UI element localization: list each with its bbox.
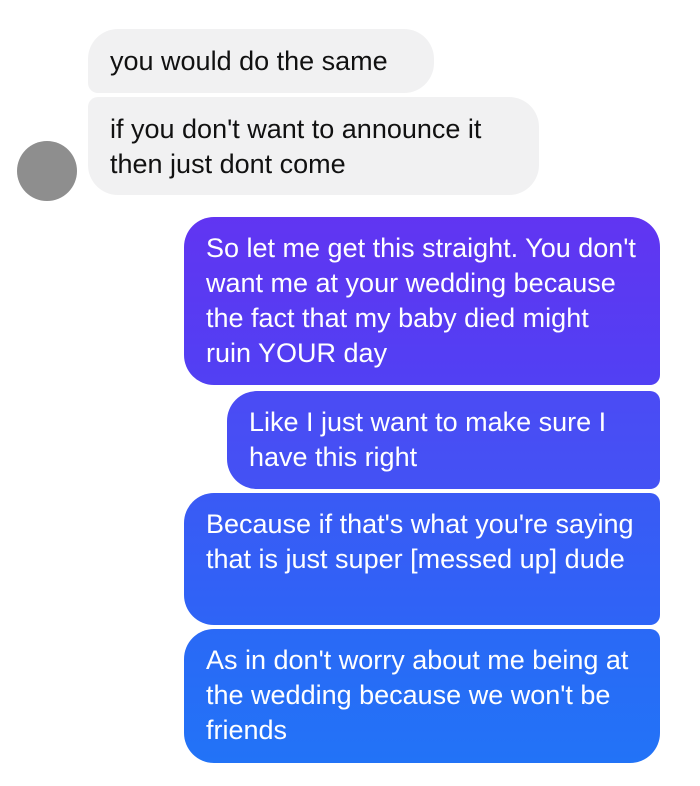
outgoing-message-bubble[interactable]: Because if that's what you're saying tha… — [184, 493, 660, 625]
message-text: Like I just want to make sure I have thi… — [249, 407, 607, 472]
outgoing-message-bubble[interactable]: So let me get this straight. You don't w… — [184, 217, 660, 385]
incoming-message-bubble[interactable]: if you don't want to announce it then ju… — [88, 97, 539, 195]
message-text: you would do the same — [110, 46, 388, 76]
outgoing-message-bubble[interactable]: As in don't worry about me being at the … — [184, 629, 660, 763]
message-text: Because if that's what you're saying tha… — [206, 509, 634, 574]
outgoing-message-bubble[interactable]: Like I just want to make sure I have thi… — [227, 391, 660, 489]
contact-avatar[interactable] — [17, 141, 77, 201]
incoming-message-bubble[interactable]: you would do the same — [88, 29, 434, 93]
message-text: if you don't want to announce it then ju… — [110, 114, 482, 179]
message-text: As in don't worry about me being at the … — [206, 645, 629, 745]
message-thread: you would do the same if you don't want … — [0, 0, 700, 786]
message-text: So let me get this straight. You don't w… — [206, 233, 636, 368]
